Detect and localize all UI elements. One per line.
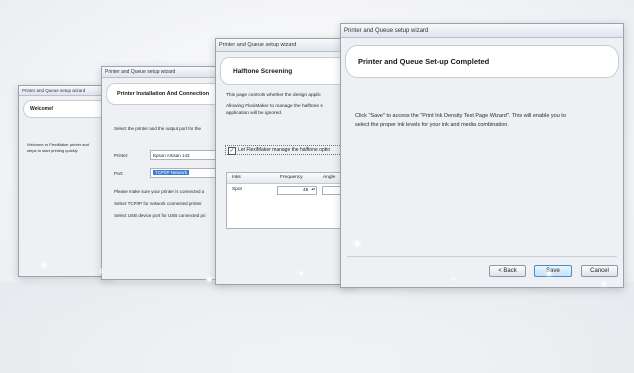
frequency-stepper[interactable]: 45 ▴▾ (277, 186, 317, 195)
completion-message-line: select the proper ink levels for your in… (355, 122, 509, 128)
sparkle-icon: ✦ (600, 279, 608, 289)
sparkle-icon: ✦ (545, 269, 554, 280)
page-header: Halftone Screening (220, 57, 352, 85)
window-title-bar: Printer and Queue setup wizard (341, 24, 623, 38)
description-line: This page controls whether the design ap… (226, 93, 321, 98)
window-title-bar: Printer and Queue setup wizard (216, 39, 356, 52)
frequency-value: 45 (303, 188, 309, 193)
ink-table: Inks Frequency Angle Spot 45 ▴▾ 22 ▴▾ (226, 172, 356, 229)
page-header: Printer and Queue Set-up Completed (345, 45, 619, 78)
welcome-text-line: steps to start printing quickly. (27, 148, 79, 153)
welcome-text-line: Welcome to FlexiMaker printer and (27, 142, 89, 147)
sparkle-icon: ✦ (205, 275, 214, 286)
checkbox-checked-icon[interactable]: ✓ (228, 147, 236, 155)
page-title: Welcome! (30, 106, 54, 112)
back-button[interactable]: < Back (489, 265, 526, 277)
page-title: Printer Installation And Connection (117, 91, 210, 97)
manage-halftone-checkbox-row[interactable]: ✓ Let FlexiMaker manage the halftone opt… (225, 145, 356, 155)
window-title: Printer and Queue setup wizard (22, 88, 86, 93)
floor-reflection (0, 282, 634, 373)
sparkle-icon: ✧ (450, 275, 457, 284)
page-header: Welcome! (23, 100, 107, 118)
note-line: Select USB device port for USB connected… (114, 213, 206, 218)
page-header: Printer Installation And Connection (106, 83, 223, 105)
note-line: Please make sure your printer is connect… (114, 189, 205, 194)
footer-divider (347, 256, 617, 257)
window-title: Printer and Queue setup wizard (344, 28, 429, 34)
checkbox-label: Let FlexiMaker manage the halftone optio (238, 147, 330, 153)
completion-message-line: Click "Save" to access the "Print Ink De… (355, 113, 566, 119)
window-title: Printer and Queue setup wizard (105, 69, 176, 75)
page-title: Printer and Queue Set-up Completed (358, 57, 490, 66)
sparkle-icon: ✦ (298, 269, 305, 278)
wizard-window-welcome: Printer and Queue setup wizard Welcome! … (18, 85, 112, 277)
column-header-inks[interactable]: Inks (232, 175, 241, 180)
port-label: Port: (114, 171, 124, 176)
cancel-button[interactable]: Cancel (581, 265, 618, 277)
table-row[interactable]: Spot 45 ▴▾ 22 ▴▾ (227, 186, 356, 196)
intro-text: Select the printer and the output port f… (114, 126, 202, 131)
port-select-value: TCP/IP Network (153, 170, 190, 175)
description-line: application will be ignored. (226, 111, 283, 116)
ink-table-header: Inks Frequency Angle (227, 173, 356, 184)
window-title-bar: Printer and Queue setup wizard (102, 67, 227, 78)
window-title: Printer and Queue setup wizard (219, 42, 297, 48)
wizard-window-halftone: Printer and Queue setup wizard Halftone … (215, 38, 357, 285)
column-header-angle[interactable]: Angle (323, 175, 335, 180)
page-title: Halftone Screening (233, 67, 293, 75)
printer-label: Printer: (114, 153, 129, 158)
column-header-frequency[interactable]: Frequency (280, 175, 303, 180)
sparkle-icon: ✧ (98, 267, 105, 276)
window-title-bar: Printer and Queue setup wizard (19, 86, 111, 96)
sparkle-icon: ✦ (352, 237, 363, 251)
wizard-window-printer-installation: Printer and Queue setup wizard Printer I… (101, 66, 228, 280)
description-line: Allowing FlexiMaker to manage the halfto… (226, 104, 323, 109)
stepper-arrows-icon[interactable]: ▴▾ (311, 187, 315, 192)
ink-name: Spot (232, 187, 242, 192)
printer-select-value: Epson Artisan 143 (153, 153, 190, 158)
note-line: Select TCP/IP for network connected prin… (114, 201, 202, 206)
wizard-window-completed: Printer and Queue setup wizard Printer a… (340, 23, 624, 288)
sparkle-icon: ✦ (40, 261, 49, 272)
